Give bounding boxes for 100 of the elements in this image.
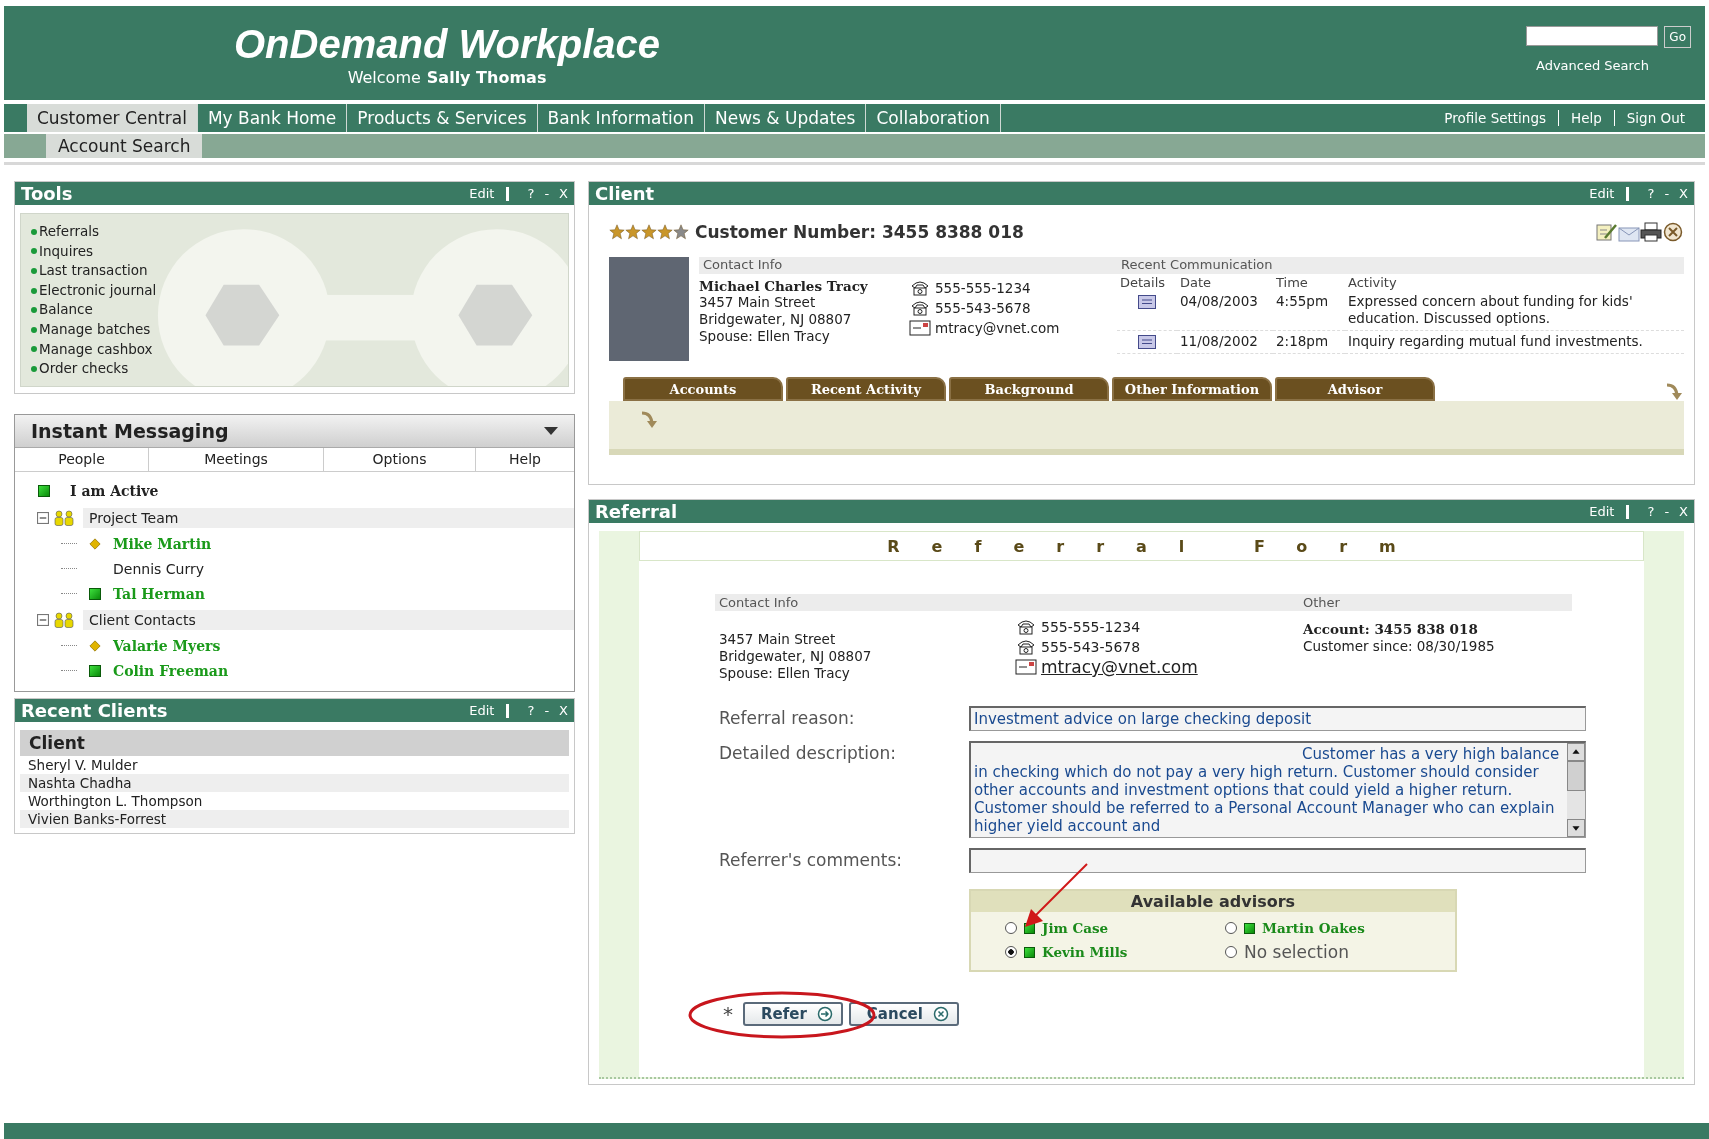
refer-button[interactable]: Refer: [743, 1002, 843, 1026]
advanced-search-link[interactable]: Advanced Search: [1536, 58, 1649, 73]
contact-name[interactable]: Tal Herman: [113, 585, 205, 602]
radio-button[interactable]: [1005, 946, 1017, 958]
menu-item[interactable]: Meetings: [149, 448, 324, 471]
address-line: Spouse: Ellen Tracy: [719, 665, 851, 682]
nav-tab[interactable]: Customer Central: [27, 104, 198, 132]
input-field[interactable]: [969, 848, 1586, 873]
nav-tab[interactable]: Products & Services: [347, 104, 538, 132]
panel-control[interactable]: Edit: [469, 703, 510, 718]
nav-link[interactable]: Sign Out: [1613, 110, 1697, 126]
panel-control[interactable]: ?: [527, 186, 535, 201]
close-circle-icon[interactable]: [1662, 222, 1684, 242]
text-area[interactable]: Customer has a very high balance in checking which do not pay a very high return. Customer should consider other accounts and investment options that could yield a higher return. Customer should be referred to a Personal Account Manager who can explain higher yield account and: [969, 741, 1586, 838]
client-row[interactable]: Worthington L. Thompson: [20, 792, 569, 810]
tool-link[interactable]: Manage cashbox: [31, 339, 568, 360]
email-link[interactable]: mtracy@vnet.com: [1041, 657, 1198, 677]
contact-name[interactable]: Dennis Curry: [113, 560, 204, 577]
nav-link[interactable]: Profile Settings: [1432, 110, 1558, 126]
section-tab[interactable]: Background: [949, 377, 1109, 401]
tool-link[interactable]: Order checks: [31, 359, 568, 379]
panel-control[interactable]: -: [1664, 186, 1670, 201]
scroll-down-icon[interactable]: [1567, 819, 1585, 837]
tool-link[interactable]: Last transaction: [31, 261, 568, 281]
people-icon: [53, 509, 75, 526]
subnav-tab[interactable]: Account Search: [46, 134, 203, 158]
advisor-name[interactable]: No selection: [1244, 942, 1349, 962]
app-title: OnDemand Workplace: [234, 24, 661, 64]
section-header: Other: [1299, 594, 1572, 611]
column-header: Activity: [1347, 274, 1398, 291]
nav-tab[interactable]: Bank Information: [537, 104, 705, 132]
client-row[interactable]: Nashta Chadha: [20, 774, 569, 792]
panel-control[interactable]: -: [544, 186, 550, 201]
contact-name[interactable]: Valarie Myers: [113, 637, 221, 654]
phone-number: 555-543-5678: [1041, 639, 1141, 655]
group-name: Client Contacts: [83, 609, 574, 630]
nav-link[interactable]: Help: [1558, 110, 1614, 126]
panel-control[interactable]: X: [1679, 504, 1688, 519]
panel-title: Referral: [595, 501, 678, 522]
group-row[interactable]: Project Team: [15, 504, 574, 531]
nav-tab[interactable]: My Bank Home: [197, 104, 348, 132]
details-icon[interactable]: [1138, 335, 1156, 349]
radio-button[interactable]: [1005, 922, 1017, 934]
table-cell: 04/08/2003: [1177, 291, 1273, 331]
status-text[interactable]: I am Active: [70, 483, 159, 499]
section-tab[interactable]: Accounts: [623, 377, 783, 401]
panel-control[interactable]: X: [1679, 186, 1688, 201]
details-icon[interactable]: [1138, 295, 1156, 309]
radio-button[interactable]: [1225, 922, 1237, 934]
dropdown-icon[interactable]: [544, 427, 558, 435]
tool-link[interactable]: Electronic journal: [31, 280, 568, 301]
tool-link[interactable]: Referrals: [31, 222, 568, 242]
panel-control[interactable]: ?: [1647, 504, 1655, 519]
collapse-icon[interactable]: [37, 511, 49, 524]
search-field[interactable]: [1526, 26, 1659, 46]
scroll-up-icon[interactable]: [1567, 743, 1585, 761]
advisor-name[interactable]: Kevin Mills: [1042, 944, 1128, 960]
tool-link[interactable]: Manage batches: [31, 319, 568, 340]
client-row[interactable]: Vivien Banks-Forrest: [20, 810, 569, 828]
section-tab[interactable]: Other Information: [1112, 377, 1272, 401]
section-tab[interactable]: Advisor: [1275, 377, 1435, 401]
menu-item[interactable]: People: [15, 448, 149, 471]
panel-control[interactable]: Edit: [1589, 504, 1630, 519]
address-line: Spouse: Ellen Tracy: [699, 328, 831, 345]
scrollbar[interactable]: [1567, 743, 1585, 837]
panel-control[interactable]: -: [544, 703, 550, 718]
panel-control[interactable]: X: [559, 703, 568, 718]
advisor-name[interactable]: Jim Case: [1042, 920, 1109, 936]
contact-name[interactable]: Colin Freeman: [113, 662, 229, 679]
edit-note-icon[interactable]: [1596, 222, 1618, 242]
section-tab[interactable]: Recent Activity: [786, 377, 946, 401]
panel-control[interactable]: ?: [527, 703, 535, 718]
collapse-icon[interactable]: [37, 613, 49, 626]
tool-link[interactable]: Balance: [31, 300, 568, 320]
client-name: Michael Charles Tracy: [699, 278, 869, 294]
panel-control[interactable]: Edit: [469, 186, 510, 201]
phone-number: 555-555-1234: [1041, 619, 1141, 635]
menu-item[interactable]: Options: [324, 448, 476, 471]
panel-control[interactable]: -: [1664, 504, 1670, 519]
client-row[interactable]: Sheryl V. Mulder: [20, 756, 569, 774]
away-status-icon: [89, 537, 101, 550]
printer-icon[interactable]: [1640, 222, 1662, 242]
panel-control[interactable]: ?: [1647, 186, 1655, 201]
menu-item[interactable]: Help: [476, 448, 574, 471]
tool-link[interactable]: Inquires: [31, 241, 568, 262]
input-field[interactable]: Investment advice on large checking deposit: [969, 706, 1586, 731]
panel-control[interactable]: X: [559, 186, 568, 201]
contact-name[interactable]: Mike Martin: [113, 535, 212, 552]
radio-button[interactable]: [1225, 946, 1237, 958]
curved-arrow-icon[interactable]: [639, 409, 659, 429]
advisor-name[interactable]: Martin Oakes: [1262, 920, 1365, 936]
customer-since: Customer since: 08/30/1985: [1303, 638, 1496, 655]
nav-tab[interactable]: Collaboration: [866, 104, 1001, 132]
email-address: mtracy@vnet.com: [935, 320, 1060, 336]
welcome-text: Welcome: [347, 68, 421, 87]
group-row[interactable]: Client Contacts: [15, 606, 574, 633]
go-button[interactable]: Go: [1664, 26, 1691, 48]
curved-arrow-icon[interactable]: [1664, 381, 1684, 401]
panel-control[interactable]: Edit: [1589, 186, 1630, 201]
nav-tab[interactable]: News & Updates: [705, 104, 867, 132]
